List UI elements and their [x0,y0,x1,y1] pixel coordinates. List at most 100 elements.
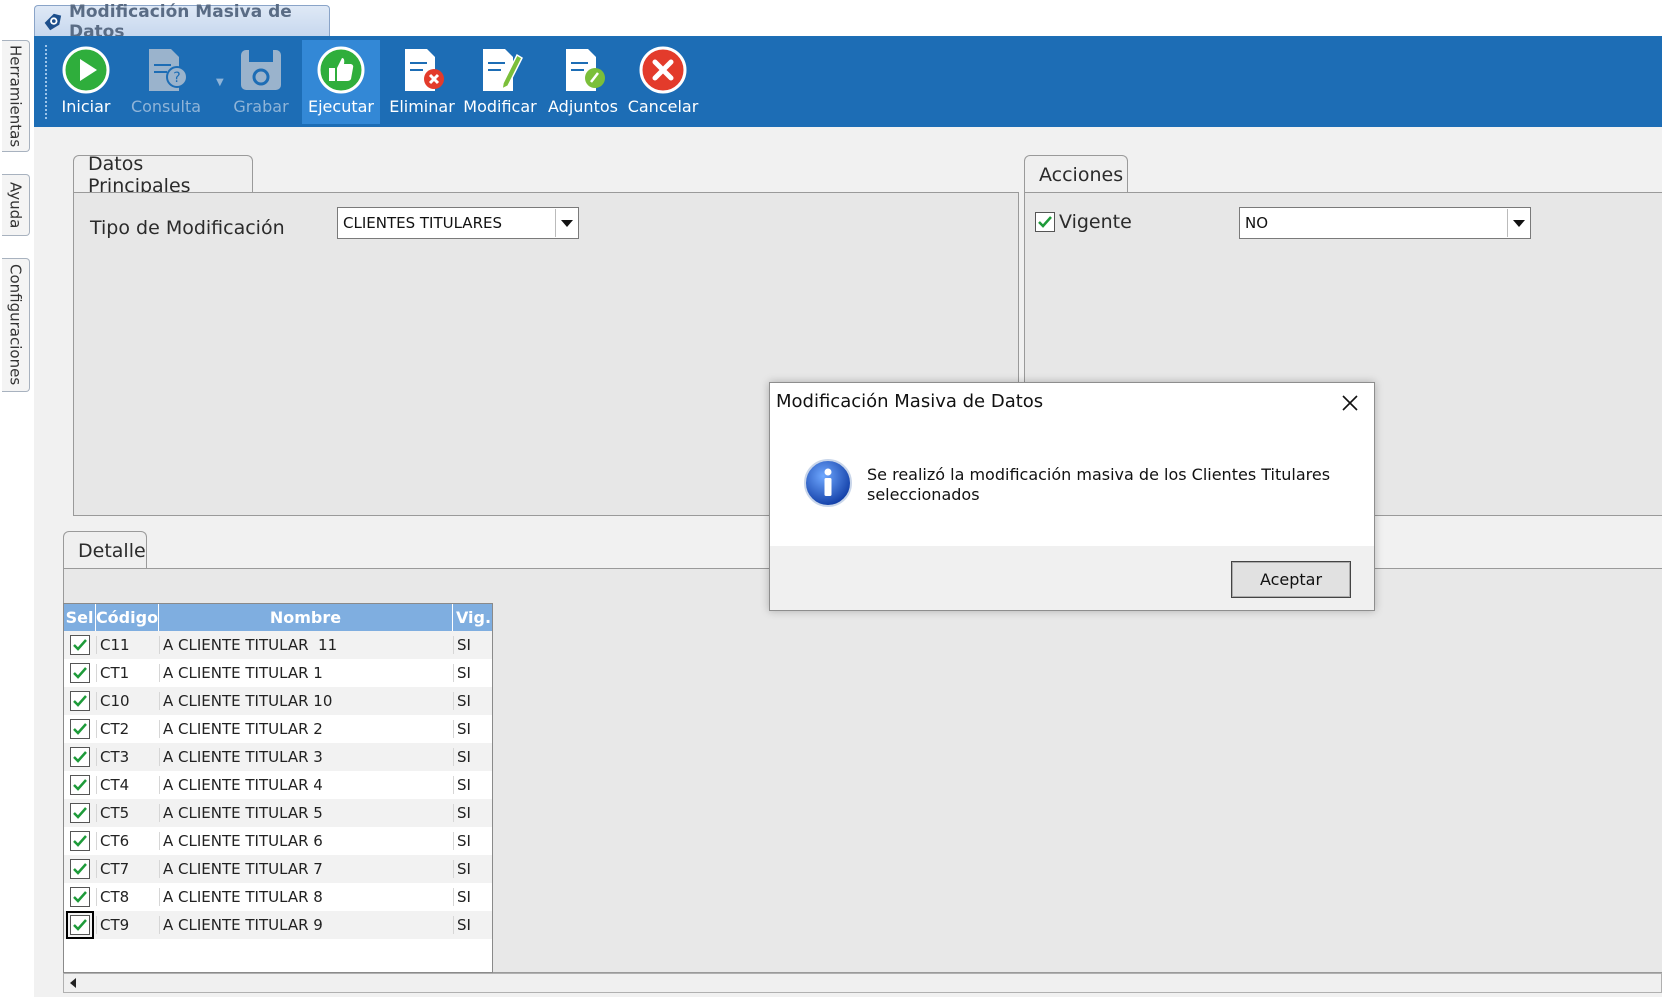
row-select-cell [64,635,96,655]
row-select-checkbox[interactable] [70,663,90,683]
ejecutar-button[interactable]: Ejecutar [302,40,380,124]
vigente-check-icon[interactable] [1035,212,1055,232]
svg-text:?: ? [173,70,180,86]
tipo-modificacion-select[interactable]: CLIENTES TITULARES [337,207,579,239]
iniciar-button[interactable]: Iniciar [56,40,116,124]
side-tab-herramientas-label: Herramientas [6,44,25,148]
column-header-sel[interactable]: Sel [64,604,96,631]
column-header-nombre[interactable]: Nombre [159,604,453,631]
document-edit-icon [483,49,523,91]
row-select-cell [64,831,96,851]
row-select-checkbox[interactable] [70,719,90,739]
row-codigo: C11 [96,636,159,654]
aceptar-button[interactable]: Aceptar [1231,561,1351,598]
table-row[interactable]: CT2 A CLIENTE TITULAR 2 SI [64,715,492,743]
scroll-left-icon[interactable] [64,974,82,992]
row-select-checkbox[interactable] [70,887,90,907]
row-select-cell [64,887,96,907]
row-nombre: A CLIENTE TITULAR 1 [159,664,453,682]
table-row[interactable]: CT8 A CLIENTE TITULAR 8 SI [64,883,492,911]
tab-datos-principales[interactable]: Datos Principales [73,153,253,197]
row-select-cell [64,719,96,739]
eliminar-label: Eliminar [389,97,455,116]
row-vigente: SI [453,916,492,934]
row-nombre: A CLIENTE TITULAR 5 [159,804,453,822]
table-row[interactable]: C10 A CLIENTE TITULAR 10 SI [64,687,492,715]
side-tab-ayuda-label: Ayuda [6,181,25,229]
horizontal-scrollbar[interactable] [63,973,1662,993]
row-select-checkbox[interactable] [70,747,90,767]
column-header-vig[interactable]: Vig. [453,604,492,631]
side-tab-configuraciones[interactable]: Configuraciones [2,258,30,392]
row-nombre: A CLIENTE TITULAR 2 [159,720,453,738]
tab-datos-principales-label: Datos Principales [88,152,191,197]
row-nombre: A CLIENTE TITULAR 8 [159,888,453,906]
row-select-cell [64,663,96,683]
ejecutar-label: Ejecutar [308,97,374,116]
row-codigo: CT7 [96,860,159,878]
row-vigente: SI [453,804,492,822]
table-row[interactable]: CT5 A CLIENTE TITULAR 5 SI [64,799,492,827]
row-vigente: SI [453,720,492,738]
row-select-checkbox[interactable] [70,803,90,823]
row-nombre: A CLIENTE TITULAR 3 [159,748,453,766]
row-select-checkbox[interactable] [70,859,90,879]
attachment-icon [566,49,605,91]
vigente-select[interactable]: NO [1239,207,1531,239]
tab-acciones[interactable]: Acciones [1024,155,1128,193]
row-select-checkbox[interactable] [70,635,90,655]
tipo-modificacion-dropdown-icon[interactable] [555,209,577,237]
vigente-dropdown-icon[interactable] [1507,209,1529,237]
tab-acciones-label: Acciones [1039,163,1124,186]
dialog-footer: Aceptar [770,546,1374,610]
grid-body: C11 A CLIENTE TITULAR 11 SI CT1 A CLIENTE TI… [64,631,492,947]
cancelar-button[interactable]: Cancelar [628,40,698,124]
tipo-modificacion-value: CLIENTES TITULARES [343,214,502,232]
table-row[interactable]: CT1 A CLIENTE TITULAR 1 SI [64,659,492,687]
table-row[interactable]: CT7 A CLIENTE TITULAR 7 SI [64,855,492,883]
grid-header: Sel Código Nombre Vig. [64,604,492,631]
consulta-button[interactable]: ? Consulta [129,40,203,124]
table-row[interactable]: CT4 A CLIENTE TITULAR 4 SI [64,771,492,799]
info-icon [804,459,852,507]
toolbar-grip[interactable] [45,45,47,119]
row-codigo: CT1 [96,664,159,682]
row-nombre: A CLIENTE TITULAR 6 [159,832,453,850]
table-row-partial [64,939,492,947]
adjuntos-button[interactable]: Adjuntos [546,40,620,124]
row-vigente: SI [453,776,492,794]
row-nombre: A CLIENTE TITULAR 4 [159,776,453,794]
row-vigente: SI [453,748,492,766]
grabar-button[interactable]: Grabar [230,40,292,124]
side-tab-ayuda[interactable]: Ayuda [2,174,30,236]
row-select-cell [64,775,96,795]
row-codigo: C10 [96,692,159,710]
table-row[interactable]: CT6 A CLIENTE TITULAR 6 SI [64,827,492,855]
close-icon[interactable] [1338,391,1362,415]
row-select-checkbox[interactable] [70,831,90,851]
row-nombre: A CLIENTE TITULAR 9 [159,916,453,934]
row-select-checkbox[interactable] [70,691,90,711]
row-select-checkbox[interactable] [66,911,94,939]
row-vigente: SI [453,860,492,878]
table-row[interactable]: CT9 A CLIENTE TITULAR 9 SI [64,911,492,939]
table-row[interactable]: C11 A CLIENTE TITULAR 11 SI [64,631,492,659]
tipo-modificacion-label: Tipo de Modificación [90,217,285,239]
table-row[interactable]: CT3 A CLIENTE TITULAR 3 SI [64,743,492,771]
side-tab-herramientas[interactable]: Herramientas [2,40,30,152]
cancelar-label: Cancelar [627,97,699,116]
row-select-checkbox[interactable] [70,775,90,795]
dialog-title: Modificación Masiva de Datos [776,391,1044,412]
consulta-dropdown-icon[interactable]: ▼ [216,77,224,88]
play-circle-icon [62,46,110,94]
window-tab[interactable]: Modificación Masiva de Datos [34,2,330,42]
row-select-cell [64,747,96,767]
document-query-icon: ? [149,49,188,91]
column-header-codigo[interactable]: Código [96,604,159,631]
row-codigo: CT5 [96,804,159,822]
side-tab-strip: Herramientas Ayuda Configuraciones [0,0,34,997]
eliminar-button[interactable]: Eliminar [388,40,456,124]
modificar-button[interactable]: Modificar [462,40,538,124]
tab-detalle[interactable]: Detalle [63,531,147,569]
vigente-checkbox[interactable]: Vigente [1035,211,1132,233]
